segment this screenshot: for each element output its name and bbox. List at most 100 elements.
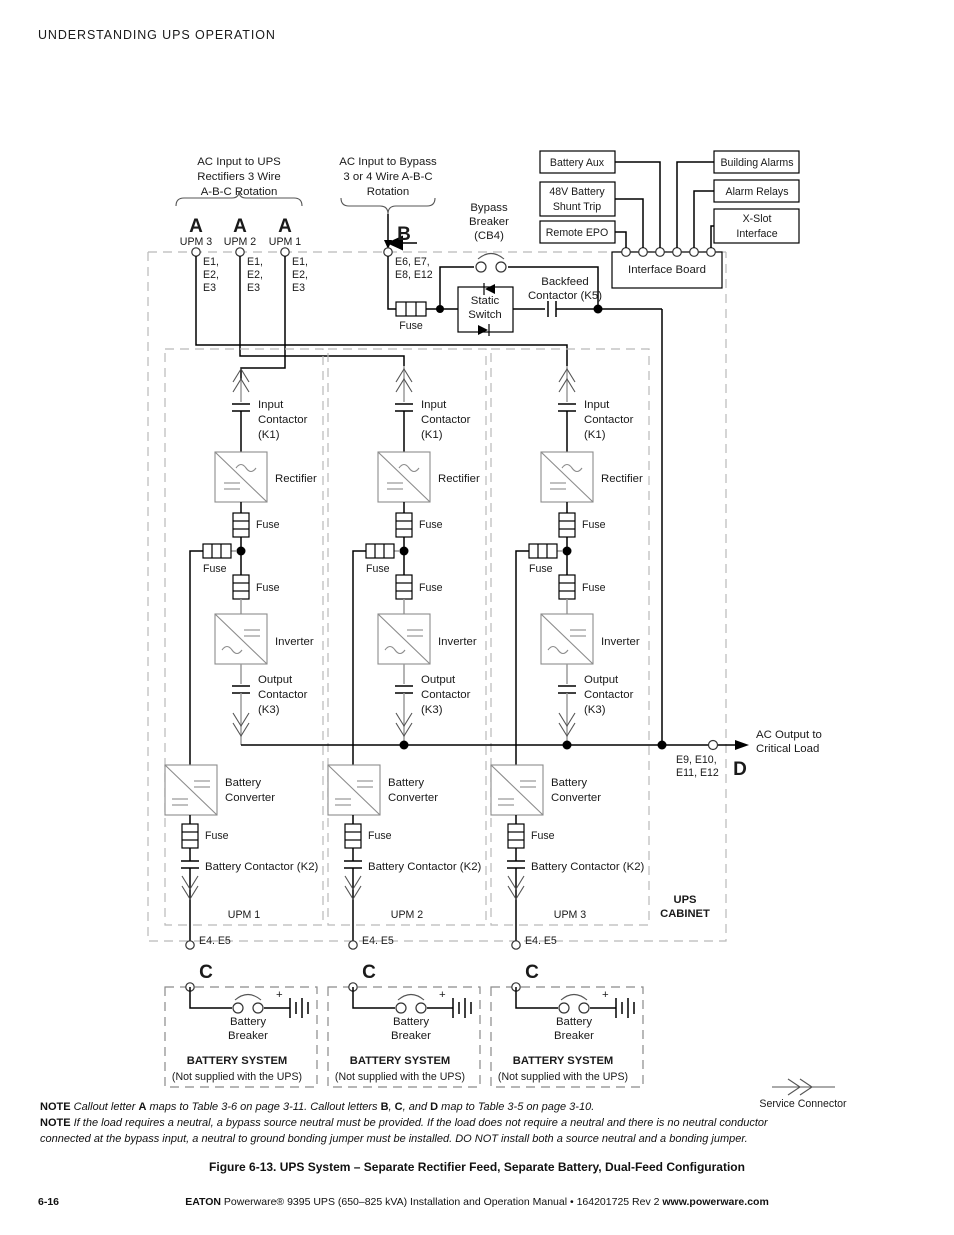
battery-system-1-subtitle: (Not supplied with the UPS) <box>172 1071 302 1083</box>
upm2-rectifier-label: Rectifier <box>438 473 480 485</box>
upm3-output-contactor-line1: Output <box>584 674 619 686</box>
upm1-battery-fuse-label: Fuse <box>205 830 229 842</box>
static-switch-block: Static Switch <box>457 283 514 336</box>
battery-breaker-2-contact-b[interactable] <box>415 1002 427 1014</box>
rectifier-feed-line2: Rectifiers 3 Wire <box>197 171 281 183</box>
upm2-rectifier-symbol <box>377 451 431 503</box>
upm1-rectifier-label: Rectifier <box>275 473 317 485</box>
battery-plus-1: + <box>276 989 283 1001</box>
battery-breaker-2-contact-a[interactable] <box>395 1002 407 1014</box>
upm3-battery-contactor-label: Battery Contactor (K2) <box>531 861 645 873</box>
battery-breaker-1-line1: Battery <box>230 1016 266 1028</box>
e2-label-1: E2, <box>292 269 308 281</box>
x-slot-line2: Interface <box>736 228 777 240</box>
notes-block: NOTE Callout letter A maps to Table 3-6 … <box>40 1100 800 1148</box>
note-1-callout-b: B <box>380 1101 389 1113</box>
battery-breaker-3-contact-a[interactable] <box>558 1002 570 1014</box>
bypass-breaker-line2: Breaker <box>469 216 509 228</box>
upm3-battery-converter-line1: Battery <box>551 777 587 789</box>
upm3-name-label: UPM 3 <box>554 909 586 921</box>
upm2-inverter-symbol <box>377 613 431 665</box>
note-1-label: NOTE <box>40 1101 71 1113</box>
upm2-battery-converter-line1: Battery <box>388 777 424 789</box>
callout-a-1: A <box>189 216 203 237</box>
note-2-label: NOTE <box>40 1116 71 1129</box>
output-terminals-line1: E9, E10, <box>676 754 717 766</box>
interface-board-group: Interface Board <box>611 247 723 289</box>
e2-label-2: E2, <box>247 269 263 281</box>
upm1-fuse-bottom <box>232 574 250 600</box>
output-terminals-line2: E11, E12 <box>676 767 719 779</box>
bypass-terminals-line1: E6, E7, <box>395 256 430 268</box>
bypass-feed-line1: AC Input to Bypass <box>339 156 437 168</box>
bypass-fuse-label: Fuse <box>399 320 423 332</box>
upm2-inverter-label: Inverter <box>438 636 477 648</box>
x-slot-interface-box: X-Slot Interface <box>710 208 800 248</box>
upm2-battery-fuse <box>344 823 362 849</box>
note-2: NOTE If the load requires a neutral, a b… <box>40 1116 800 1148</box>
battery-plus-2: + <box>439 989 446 1001</box>
upm3-output-bus-dot <box>562 740 572 750</box>
battery-breaker-2-line2: Breaker <box>391 1030 431 1042</box>
upm1-inverter-symbol <box>214 613 268 665</box>
output-label-line2: Critical Load <box>756 743 819 755</box>
note-1-text-e: map to Table 3-5 on page 3-10. <box>438 1101 595 1113</box>
note-1-text-a: Callout letter <box>73 1101 139 1113</box>
ups-system-diagram: AC Input to UPS Rectifiers 3 Wire A-B-C … <box>147 150 847 1110</box>
battery-system-2-title: BATTERY SYSTEM <box>350 1055 451 1067</box>
rectifier-feed-line1: AC Input to UPS <box>197 156 281 168</box>
upm1-battery-fuse <box>181 823 199 849</box>
battery-breaker-3-contact-b[interactable] <box>578 1002 590 1014</box>
upm2-fuse-side-label: Fuse <box>366 563 390 575</box>
e1-label-3: E1, <box>203 256 219 268</box>
upm1-battery-converter-line1: Battery <box>225 777 261 789</box>
bypass-feed-label-group: AC Input to Bypass 3 or 4 Wire A-B-C Rot… <box>339 156 437 251</box>
upm3-battery-terminals: E4. E5 <box>525 935 557 947</box>
battery-aux-label: Battery Aux <box>550 157 605 169</box>
upm1-inverter-label: Inverter <box>275 636 314 648</box>
upm1-battery-contactor-label: Battery Contactor (K2) <box>205 861 319 873</box>
upm3-fuse-top <box>558 512 576 538</box>
upm2-battery-converter-symbol <box>327 764 381 816</box>
upm2-fuse-bottom <box>395 574 413 600</box>
upm1-fuse-side-label: Fuse <box>203 563 227 575</box>
upm3-output-contactor-line3: (K3) <box>584 704 606 716</box>
output-label-line1: AC Output to <box>756 729 822 741</box>
battery-plus-3: + <box>602 989 609 1001</box>
upm2-input-contactor-line2: Contactor <box>421 414 471 426</box>
interface-pin-5 <box>689 247 699 257</box>
upm2-output-contactor-line1: Output <box>421 674 456 686</box>
upm1-rectifier-symbol <box>214 451 268 503</box>
bypass-breaker-line1: Bypass <box>470 202 508 214</box>
footer-brand: EATON <box>185 1196 221 1208</box>
upm2-fuse-bottom-label: Fuse <box>419 582 443 594</box>
upm2-battery-converter-feed <box>352 550 366 775</box>
upm3-battery-converter-symbol <box>490 764 544 816</box>
battery-symbol-2: + <box>439 989 472 1018</box>
battery-breaker-1-contact-b[interactable] <box>252 1002 264 1014</box>
callout-b: B <box>397 224 411 245</box>
upm1-output-contactor-line2: Contactor <box>258 689 308 701</box>
terminal-node-bypass <box>383 247 393 257</box>
e2-label-3: E2, <box>203 269 219 281</box>
upm2-fuse-top-label: Fuse <box>419 519 443 531</box>
note-1-callout-c: C <box>394 1101 403 1113</box>
backfeed-contactor-symbol <box>547 301 557 317</box>
upm3-fuse-side <box>528 543 558 559</box>
upm3-dc-junction-dot <box>562 546 572 556</box>
upm2-battery-converter-line2: Converter <box>388 792 438 804</box>
upm3-battery-converter-line2: Converter <box>551 792 601 804</box>
upm3-battery-fuse-label: Fuse <box>531 830 555 842</box>
upm2-fuse-side <box>365 543 395 559</box>
remote-epo-box: Remote EPO <box>539 220 627 248</box>
e3-label-1: E3 <box>292 282 305 294</box>
battery-breaker-1-contact-a[interactable] <box>232 1002 244 1014</box>
static-switch-line2: Switch <box>468 309 502 321</box>
bypass-feed-line2: 3 or 4 Wire A-B-C <box>343 171 432 183</box>
upm1-output-contactor-line3: (K3) <box>258 704 280 716</box>
static-switch-line1: Static <box>471 295 500 307</box>
upm2-input-contactor-line3: (K1) <box>421 429 443 441</box>
upm2-output-contactor-line2: Contactor <box>421 689 471 701</box>
upm3-output-contactor-line2: Contactor <box>584 689 634 701</box>
upm2-input-label: UPM 2 <box>224 236 256 248</box>
